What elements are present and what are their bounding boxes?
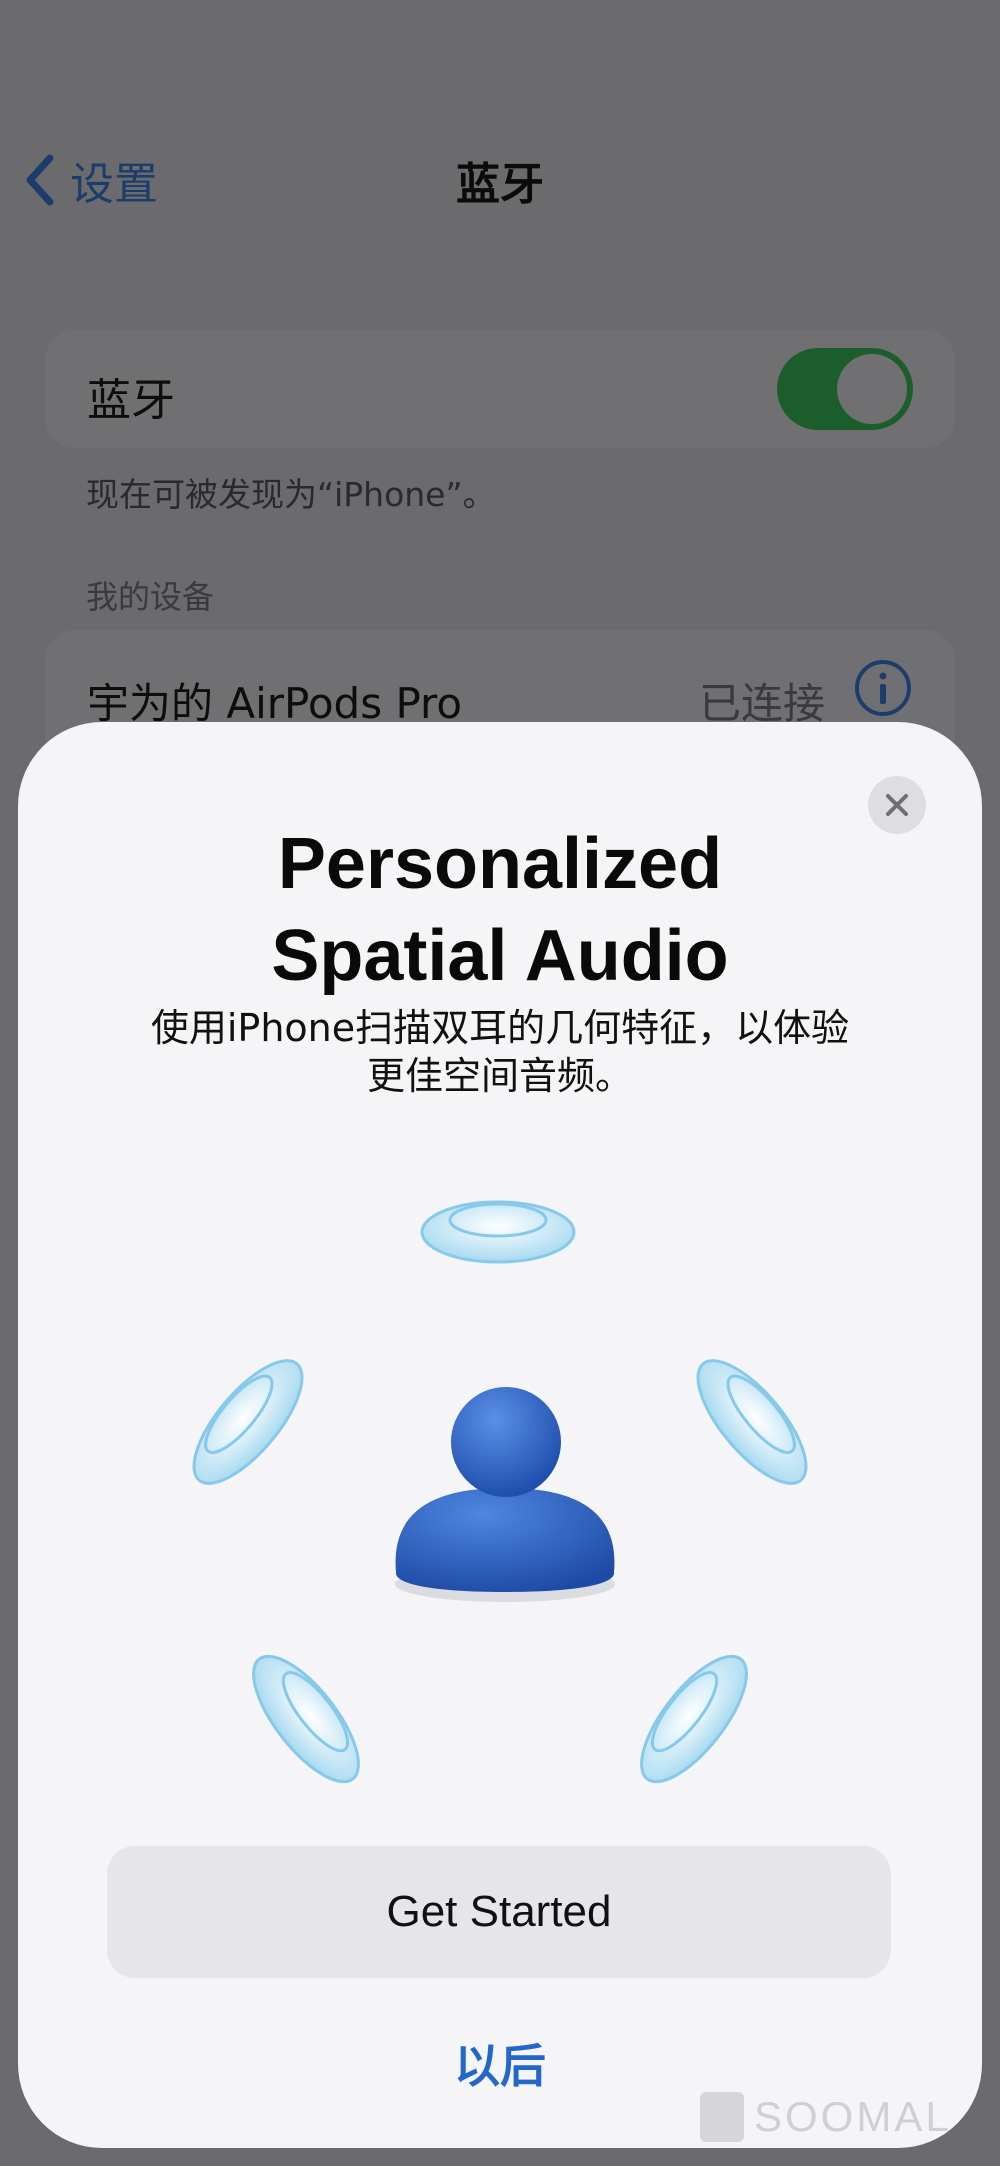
speaker-icon	[696, 1359, 808, 1485]
get-started-button[interactable]: Get Started	[107, 1846, 891, 1978]
sheet-title: Personalized Spatial Audio	[18, 818, 982, 1002]
spatial-audio-sheet: Personalized Spatial Audio 使用iPhone扫描双耳的…	[18, 722, 982, 2148]
bluetooth-toggle[interactable]	[777, 348, 913, 430]
close-icon	[886, 794, 908, 816]
watermark-text: SOOMAL	[754, 2093, 952, 2140]
page-title: 蓝牙	[456, 159, 544, 210]
title-line-2: Spatial Audio	[271, 916, 729, 996]
speaker-icon	[640, 1654, 748, 1784]
subtitle-line-1: 使用iPhone扫描双耳的几何特征，以体验	[150, 1006, 850, 1050]
bluetooth-label: 蓝牙	[87, 375, 175, 426]
watermark: SOOMAL	[700, 2092, 952, 2142]
sheet-subtitle: 使用iPhone扫描双耳的几何特征，以体验 更佳空间音频。	[98, 1004, 902, 1100]
later-button[interactable]: 以后	[18, 2030, 982, 2096]
toggle-knob	[837, 354, 907, 424]
info-icon[interactable]	[853, 658, 913, 718]
subtitle-line-2: 更佳空间音频。	[366, 1054, 633, 1098]
speaker-icon	[252, 1654, 360, 1784]
spatial-audio-illustration	[192, 1200, 808, 1784]
person-icon	[395, 1387, 615, 1602]
speaker-icon	[192, 1359, 304, 1485]
speaker-icon	[420, 1200, 576, 1264]
bluetooth-row: 蓝牙	[45, 330, 955, 448]
watermark-logo	[700, 2092, 744, 2142]
title-line-1: Personalized	[277, 824, 723, 904]
discoverable-text: 现在可被发现为“iPhone”。	[86, 475, 496, 514]
my-devices-header: 我的设备	[86, 578, 215, 616]
